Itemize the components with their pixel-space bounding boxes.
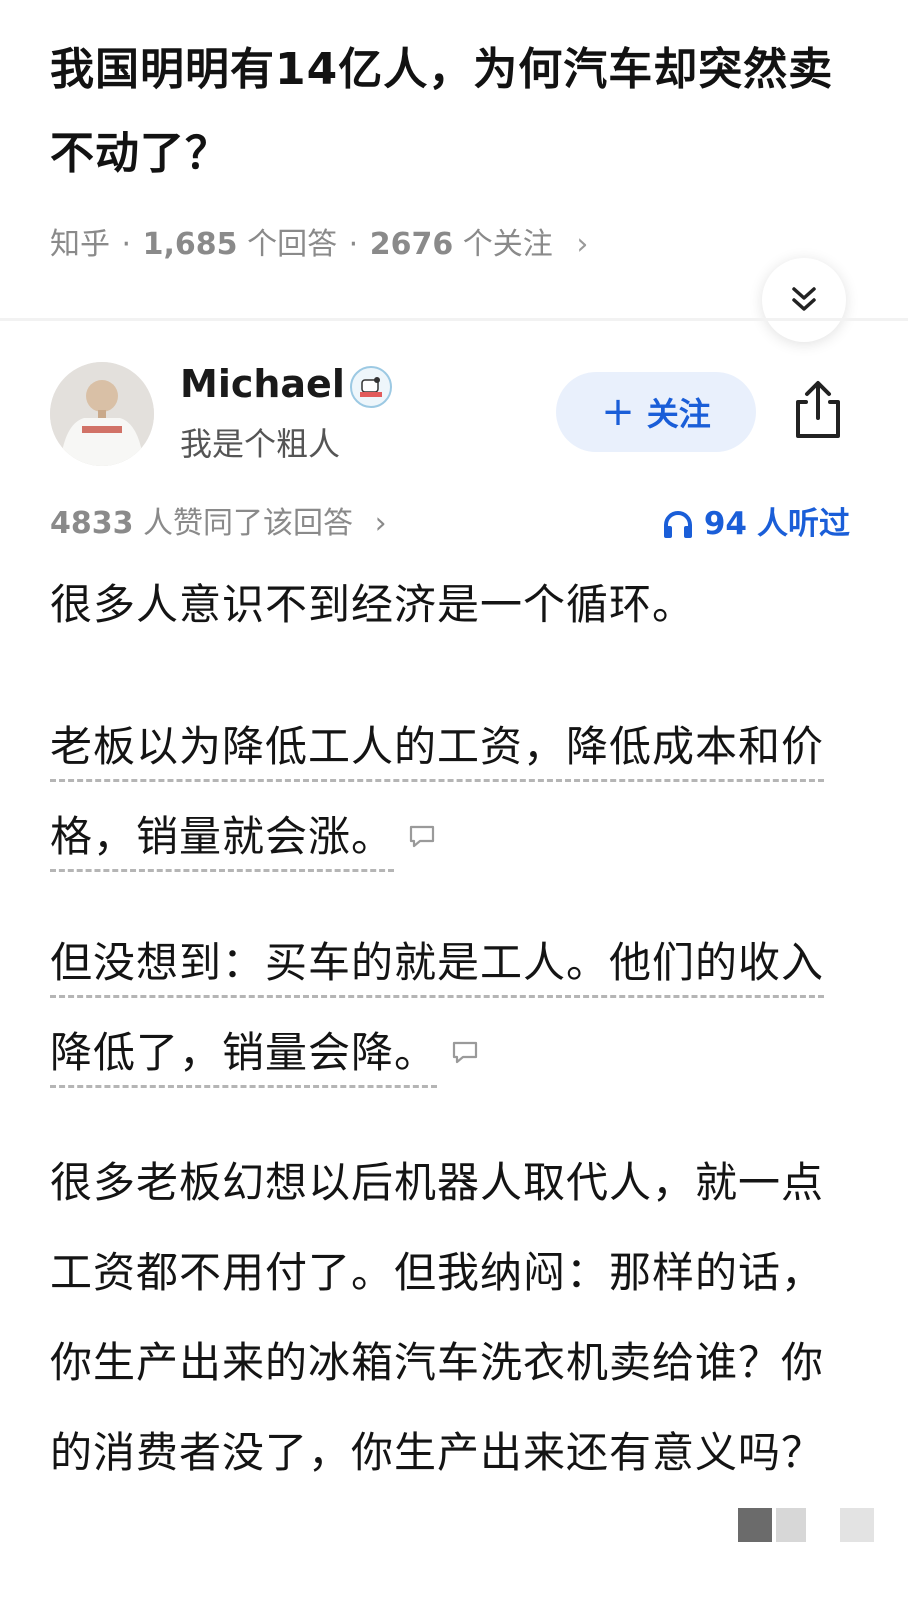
listen-count: 94 — [703, 506, 747, 542]
highlighted-text[interactable]: 老板以为降低工人的工资，降低成本和价格，销量就会涨。 — [50, 722, 825, 872]
collapse-button[interactable] — [762, 258, 846, 342]
watermark-mark — [738, 1508, 772, 1542]
avatar[interactable] — [50, 362, 154, 466]
votes-label: 人赞同了该回答 — [143, 506, 354, 541]
comment-icon[interactable] — [408, 824, 436, 848]
author-bio: 我是个粗人 — [180, 425, 341, 463]
answers-label: 个回答 — [247, 227, 338, 262]
answer-paragraph: 老板以为降低工人的工资，降低成本和价格，销量就会涨。 — [50, 702, 862, 882]
paragraph-text: 很多老板幻想以后机器人取代人，就一点工资都不用付了。但我纳闷：那样的话，你生产出… — [50, 1158, 825, 1477]
watermark-mark — [840, 1508, 874, 1542]
followers-label: 个关注 — [462, 227, 553, 262]
chevron-double-down-icon — [792, 287, 816, 311]
answer-paragraph: 很多老板幻想以后机器人取代人，就一点工资都不用付了。但我纳闷：那样的话，你生产出… — [50, 1138, 862, 1498]
question-meta[interactable]: 知乎 · 1,685 个回答 · 2676 个关注 › — [50, 222, 588, 268]
listen-label: 人听过 — [757, 506, 850, 542]
question-title[interactable]: 我国明明有14亿人，为何汽车却突然卖不动了？ — [50, 28, 870, 196]
answer-paragraph: 但没想到：买车的就是工人。他们的收入降低了，销量会降。 — [50, 918, 862, 1098]
paragraph-text: 很多人意识不到经济是一个循环。 — [50, 580, 696, 629]
follow-label: 关注 — [646, 395, 711, 433]
share-icon[interactable] — [788, 378, 848, 442]
follow-button[interactable]: + 关注 — [556, 372, 756, 452]
votes-count: 4833 — [50, 506, 134, 541]
highlighted-text[interactable]: 但没想到：买车的就是工人。他们的收入降低了，销量会降。 — [50, 938, 825, 1088]
plus-icon: + — [601, 389, 635, 435]
divider — [0, 318, 908, 321]
chevron-right-icon: › — [374, 506, 387, 541]
author-name[interactable]: Michael — [180, 360, 345, 408]
chevron-right-icon: › — [576, 227, 589, 262]
comment-icon[interactable] — [451, 1040, 479, 1064]
followers-count: 2676 — [369, 227, 454, 262]
vote-summary[interactable]: 4833 人赞同了该回答 › — [50, 500, 387, 548]
answers-count: 1,685 — [142, 227, 238, 262]
avatar-image — [50, 362, 154, 466]
meta-dot: · — [348, 227, 359, 262]
watermark-mark — [776, 1508, 806, 1542]
answer-paragraph: 很多人意识不到经济是一个循环。 — [50, 560, 862, 650]
headphones-icon — [663, 511, 692, 538]
source-label: 知乎 — [50, 227, 110, 262]
answer-page: 我国明明有14亿人，为何汽车却突然卖不动了？ 知乎 · 1,685 个回答 · … — [0, 0, 908, 1608]
meta-dot: · — [121, 227, 132, 262]
listen-summary[interactable]: 94 人听过 — [662, 500, 850, 548]
verified-badge-icon — [350, 366, 392, 408]
